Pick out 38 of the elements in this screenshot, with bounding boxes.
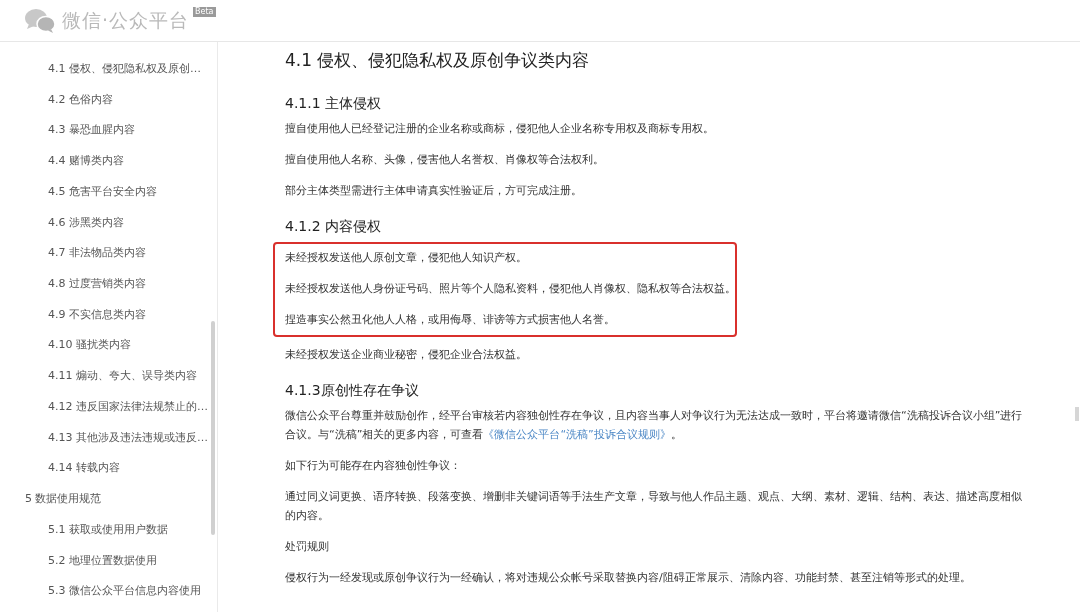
sidebar-item[interactable]: 4.6 涉黑类内容 — [48, 212, 124, 244]
section-heading: 4.1.3原创性存在争议 — [285, 381, 420, 400]
sidebar-item[interactable]: 4.7 非法物品类内容 — [48, 243, 146, 275]
section-heading: 4.1.2 内容侵权 — [285, 217, 383, 236]
scrollbar-thumb[interactable] — [211, 321, 215, 535]
section-heading: 4.1.1 主体侵权 — [285, 94, 383, 113]
sidebar-item[interactable]: 4.12 违反国家法律法规禁止的… — [48, 396, 208, 428]
rules-link[interactable]: 《微信公众平台“洗稿”投诉合议规则》 — [483, 428, 671, 441]
paragraph: 擅自使用他人已经登记注册的企业名称或商标，侵犯他人企业名称专用权及商标专用权。 — [285, 121, 715, 137]
paragraph: 未经授权发送企业商业秘密，侵犯企业合法权益。 — [285, 347, 528, 363]
sidebar-item[interactable]: 5 数据使用规范 — [25, 489, 102, 520]
sidebar-item[interactable]: 4.4 赌博类内容 — [48, 151, 124, 182]
sidebar-item[interactable]: 4.11 煽动、夸大、误导类内容 — [48, 366, 197, 397]
sidebar-item[interactable]: 5.2 地理位置数据使用 — [48, 550, 157, 582]
paragraph: 处罚规则 — [285, 539, 330, 555]
paragraph: 微信公众平台尊重并鼓励创作，经平台审核若内容独创性存在争议，且内容当事人对争议行为无法达成一致时，平台将邀请微信“洗稿投诉合议小组”进行合议。与“洗稿”相关的更多内容，可查看《微信公众平台“洗稿”投诉合议规则》。 — [285, 408, 1024, 443]
paragraph: 擅自使用他人名称、头像，侵害他人名誉权、肖像权等合法权利。 — [285, 152, 605, 168]
sidebar-item[interactable]: 4.8 过度营销类内容 — [48, 274, 146, 305]
sidebar-item[interactable]: 4.10 骚扰类内容 — [48, 335, 131, 367]
paragraph: 捏造事实公然丑化他人人格，或用侮辱、诽谤等方式损害他人名誉。 — [285, 312, 616, 328]
chat-bubbles-icon — [24, 7, 56, 34]
sidebar-item[interactable]: 4.1 侵权、侵犯隐私权及原创… — [48, 59, 201, 90]
paragraph: 侵权行为一经发现或原创争议行为一经确认，将对违规公众帐号采取替换内容/阻碍正常展示、清除内容、功能封禁、甚至注销等形式的处理。 — [285, 570, 972, 586]
sidebar-item[interactable]: 4.13 其他涉及违法违规或违反… — [48, 427, 208, 459]
article-title: 4.1 侵权、侵犯隐私权及原创争议类内容 — [285, 49, 591, 71]
paragraph: 未经授权发送他人原创文章，侵犯他人知识产权。 — [285, 250, 528, 266]
beta-badge: Beta — [193, 7, 216, 17]
paragraph: 部分主体类型需进行主体申请真实性验证后，方可完成注册。 — [285, 183, 583, 199]
scrollbar-thumb[interactable] — [1075, 407, 1079, 421]
sidebar-item[interactable]: 5.1 获取或使用用户数据 — [48, 519, 168, 551]
paragraph: 如下行为可能存在内容独创性争议： — [285, 458, 462, 474]
sidebar-item[interactable]: 5.3 微信公众平台信息内容使用 — [48, 581, 201, 612]
sidebar-item[interactable]: 4.2 色俗内容 — [48, 89, 113, 121]
paragraph: 通过同义词更换、语序转换、段落变换、增删非关键词语等手法生产文章，导致与他人作品主题、观点、大纲、素材、逻辑、结构、表达、描述高度相似的内容。 — [285, 489, 1023, 524]
sidebar-item[interactable]: 4.9 不实信息类内容 — [48, 304, 146, 336]
sidebar-item[interactable]: 4.3 暴恐血腥内容 — [48, 120, 135, 152]
sidebar-item[interactable]: 4.5 危害平台安全内容 — [48, 181, 157, 213]
sidebar-item[interactable]: 4.14 转载内容 — [48, 458, 120, 490]
